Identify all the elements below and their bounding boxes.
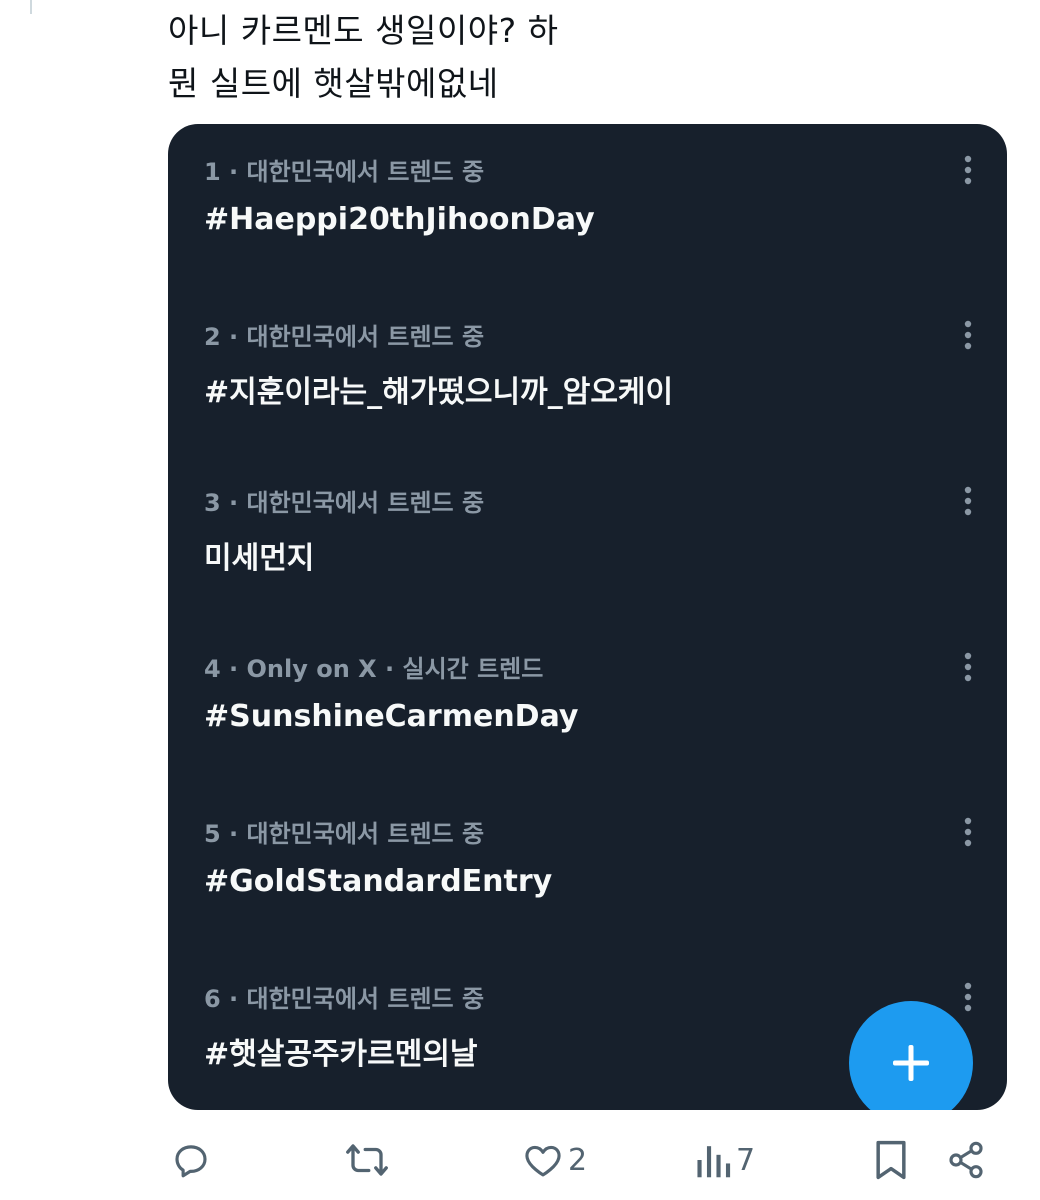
trend-meta: 3 · 대한민국에서 트렌드 중 bbox=[204, 489, 485, 517]
tweet-action-bar: 2 7 bbox=[0, 1130, 1040, 1190]
tweet-media-screenshot[interactable]: 1 · 대한민국에서 트렌드 중 #Haeppi20thJihoonDay 2 … bbox=[168, 124, 1007, 1110]
trend-name: #Haeppi20thJihoonDay bbox=[204, 202, 595, 237]
more-options-icon[interactable] bbox=[961, 981, 975, 1013]
trend-meta: 6 · 대한민국에서 트렌드 중 bbox=[204, 985, 485, 1013]
retweet-icon bbox=[346, 1144, 388, 1176]
trend-item[interactable]: 2 · 대한민국에서 트렌드 중 #지훈이라는_해가떴으니까_암오케이 bbox=[168, 289, 1007, 449]
tweet-text: 아니 카르멘도 생일이야? 하 뭔 실트에 햇살밖에없네 bbox=[168, 4, 1008, 110]
views-button[interactable]: 7 bbox=[694, 1130, 755, 1190]
trend-meta: 2 · 대한민국에서 트렌드 중 bbox=[204, 323, 485, 351]
heart-icon bbox=[525, 1145, 561, 1177]
trend-item[interactable]: 4 · Only on X · 실시간 트렌드 #SunshineCarmenD… bbox=[168, 621, 1007, 781]
trend-meta: 4 · Only on X · 실시간 트렌드 bbox=[204, 655, 544, 683]
share-button[interactable] bbox=[946, 1130, 986, 1190]
more-options-icon[interactable] bbox=[961, 816, 975, 848]
tweet-page: 아니 카르멘도 생일이야? 하 뭔 실트에 햇살밖에없네 1 · 대한민국에서 … bbox=[0, 0, 1040, 1200]
trend-name: #햇살공주카르멘의날 bbox=[204, 1037, 478, 1072]
trend-name: #지훈이라는_해가떴으니까_암오케이 bbox=[204, 375, 674, 410]
tweet-text-line-1: 아니 카르멘도 생일이야? 하 bbox=[168, 11, 559, 50]
share-icon bbox=[949, 1141, 983, 1179]
trend-name: #SunshineCarmenDay bbox=[204, 699, 579, 734]
reply-button[interactable] bbox=[170, 1130, 212, 1190]
more-options-icon[interactable] bbox=[961, 485, 975, 517]
more-options-icon[interactable] bbox=[961, 319, 975, 351]
thread-connector-line bbox=[30, 0, 32, 14]
bookmark-button[interactable] bbox=[872, 1130, 910, 1190]
trend-item[interactable]: 5 · 대한민국에서 트렌드 중 #GoldStandardEntry bbox=[168, 786, 1007, 946]
more-options-icon[interactable] bbox=[961, 154, 975, 186]
plus-icon bbox=[893, 1045, 929, 1081]
views-icon bbox=[697, 1146, 731, 1178]
like-count: 2 bbox=[568, 1142, 588, 1178]
trend-meta: 5 · 대한민국에서 트렌드 중 bbox=[204, 820, 485, 848]
trend-item[interactable]: 3 · 대한민국에서 트렌드 중 미세먼지 bbox=[168, 455, 1007, 615]
trend-name: #GoldStandardEntry bbox=[204, 864, 553, 899]
trend-name: 미세먼지 bbox=[204, 541, 315, 576]
more-options-icon[interactable] bbox=[961, 651, 975, 683]
retweet-button[interactable] bbox=[344, 1130, 390, 1190]
trend-meta: 1 · 대한민국에서 트렌드 중 bbox=[204, 158, 485, 186]
tweet-text-line-2: 뭔 실트에 햇살밖에없네 bbox=[168, 64, 499, 103]
like-button[interactable]: 2 bbox=[522, 1130, 587, 1190]
trend-item[interactable]: 1 · 대한민국에서 트렌드 중 #Haeppi20thJihoonDay bbox=[168, 124, 1007, 284]
bookmark-icon bbox=[876, 1140, 906, 1180]
reply-icon bbox=[175, 1145, 207, 1178]
views-count: 7 bbox=[736, 1142, 756, 1178]
